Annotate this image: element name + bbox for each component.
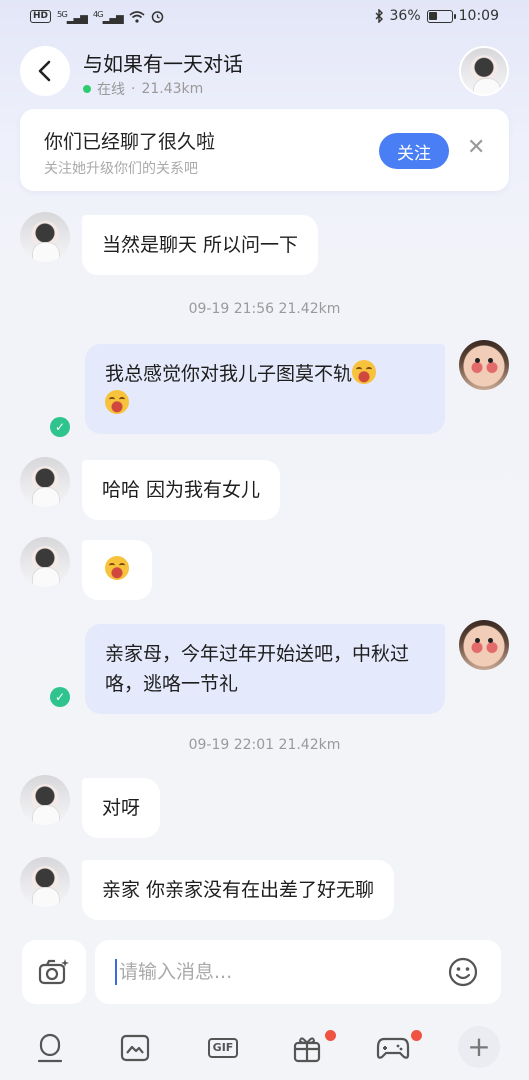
battery-icon [426,9,456,23]
message-text: 我总感觉你对我儿子图莫不轨 [105,363,353,385]
message-bubble-received[interactable]: 当然是聊天 所以问一下 [82,215,319,275]
message-bubble-received[interactable]: 对呀 [82,778,161,838]
chevron-left-icon [38,60,51,82]
wifi-icon [129,10,145,23]
message-bubble-sent[interactable]: 我总感觉你对我儿子图莫不轨 [85,344,445,434]
camera-button[interactable] [22,940,86,1004]
read-check-icon: ✓ [50,687,70,707]
message-bubble-received[interactable] [82,540,152,600]
follow-subtitle: 关注她升级你们的关系吧 [44,161,198,177]
signal-icon: 5G▂▄▆ [57,9,88,25]
gif-icon: GIF [207,1038,239,1058]
laughing-emoji-icon [105,390,129,414]
timestamp: 09-19 22:01 21.42km [188,737,341,753]
bluetooth-icon [375,9,383,23]
gift-badge [325,1030,336,1041]
my-avatar[interactable] [459,340,509,390]
battery-percent: 36% [389,8,421,24]
text-caret [115,959,117,985]
contact-avatar-small[interactable] [20,537,70,587]
voice-button[interactable] [32,1030,68,1066]
alarm-icon [151,11,163,23]
signal-icon-2: 4G▂▄▆ [92,9,124,25]
message-bubble-received[interactable]: 哈哈 因为我有女儿 [82,460,281,520]
image-icon [120,1034,150,1062]
close-icon[interactable]: ✕ [467,137,485,159]
gif-button[interactable]: GIF [203,1030,243,1066]
laughing-emoji-icon [105,556,129,580]
game-badge [411,1030,422,1041]
message-input[interactable]: 请输入消息... [95,940,501,1004]
gamepad-icon [376,1037,410,1059]
game-button[interactable] [375,1030,411,1066]
follow-card: 你们已经聊了很久啦 关注她升级你们的关系吧 关注 ✕ [20,109,509,191]
contact-avatar-small[interactable] [20,775,70,825]
gift-button[interactable] [289,1030,325,1066]
separator-dot: · [131,81,136,97]
read-check-icon: ✓ [50,417,70,437]
status-right: 36% 10:09 [375,8,499,24]
back-button[interactable] [20,46,70,96]
status-left: HD 5G▂▄▆ 4G▂▄▆ [30,9,164,24]
follow-button[interactable]: 关注 [379,133,449,169]
message-input-placeholder: 请输入消息... [119,961,233,983]
plus-icon: + [467,1030,491,1063]
timestamp: 09-19 21:56 21.42km [188,301,341,317]
message-bubble-received[interactable]: 亲家 你亲家没有在出差了好无聊 [82,860,395,920]
contact-avatar[interactable] [459,46,509,96]
more-button[interactable]: + [458,1026,500,1068]
my-avatar[interactable] [459,620,509,670]
laughing-emoji-icon [352,360,377,384]
chat-title: 与如果有一天对话 [83,52,243,76]
contact-avatar-small[interactable] [20,212,70,262]
status-bar: HD 5G▂▄▆ 4G▂▄▆ 36% 10:09 [0,0,529,34]
clock: 10:09 [458,8,499,24]
album-button[interactable] [117,1030,153,1066]
online-dot-icon [83,85,91,93]
microphone-icon [37,1033,63,1063]
online-label: 在线 [97,82,125,98]
hd-label: HD [30,10,52,24]
contact-avatar-small[interactable] [20,857,70,907]
message-bubble-sent[interactable]: 亲家母，今年过年开始送吧，中秋过咯，逃咯一节礼 [85,624,445,714]
follow-title: 你们已经聊了很久啦 [44,131,216,153]
emoji-picker-icon[interactable] [448,957,478,987]
contact-avatar-small[interactable] [20,457,70,507]
online-status: 在线 · 21.43km [83,79,203,99]
distance-label: 21.43km [141,81,204,97]
bottom-toolbar: GIF [0,1020,529,1080]
camera-icon [38,959,69,985]
gift-icon [293,1037,321,1063]
